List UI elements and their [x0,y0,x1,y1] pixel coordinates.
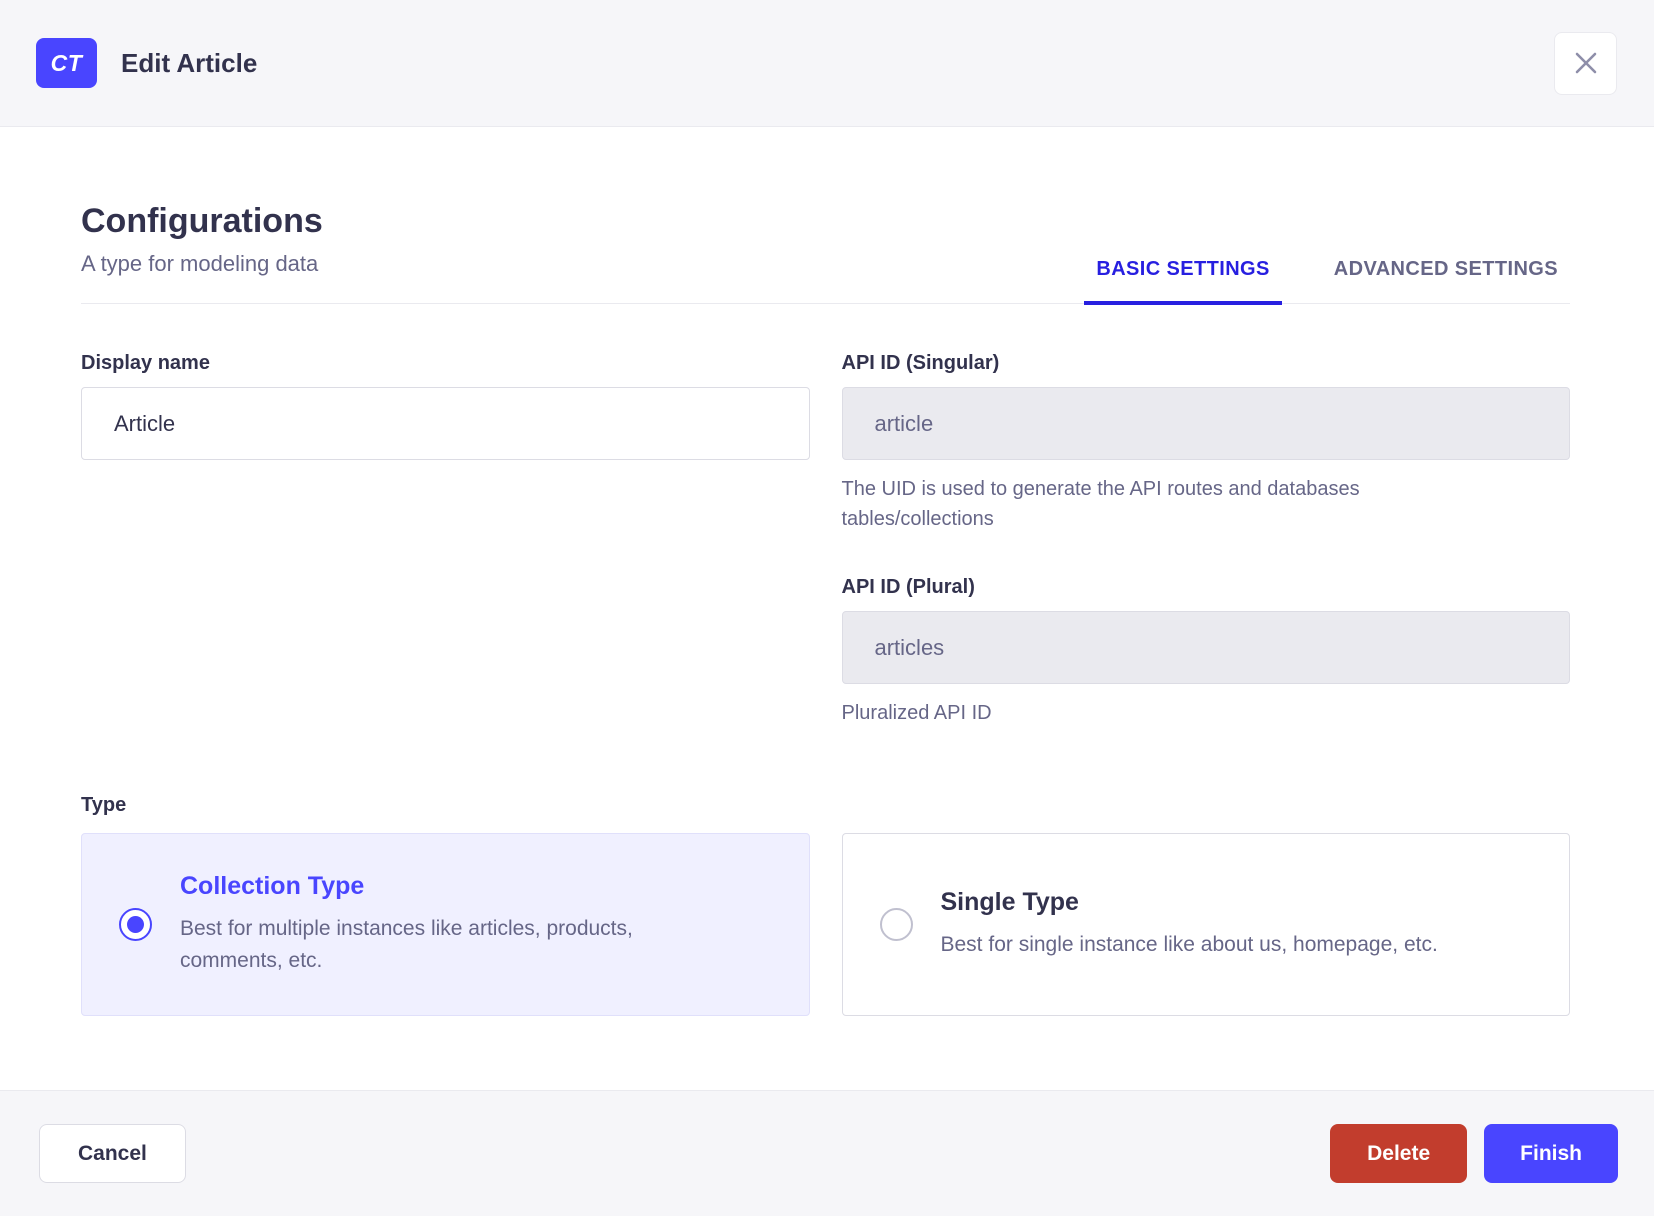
api-id-plural-input [841,611,1570,684]
finish-button[interactable]: Finish [1484,1124,1618,1183]
api-id-singular-hint: The UID is used to generate the API rout… [841,478,1360,530]
collection-type-option[interactable]: Collection Type Best for multiple instan… [81,833,810,1016]
page-subtitle: A type for modeling data [81,251,319,276]
modal-header: CT Edit Article [0,0,1654,127]
single-type-text: Single Type Best for single instance lik… [941,888,1438,961]
api-id-plural-label: API ID (Plural) [841,576,975,598]
modal-footer: Cancel Delete Finish [0,1090,1654,1216]
content-type-badge-icon: CT [36,38,97,88]
tab-advanced-settings[interactable]: ADVANCED SETTINGS [1322,258,1570,305]
footer-actions: Delete Finish [1330,1124,1618,1183]
delete-button[interactable]: Delete [1330,1124,1468,1183]
collection-type-description: Best for multiple instances like article… [180,917,633,972]
collection-type-text: Collection Type Best for multiple instan… [180,872,740,977]
type-options: Collection Type Best for multiple instan… [81,833,1570,1016]
api-id-plural-hint: Pluralized API ID [841,702,992,724]
display-name-input[interactable] [81,387,810,460]
edit-article-modal: CT Edit Article Configurations A type fo… [0,0,1654,1216]
settings-tabs: BASIC SETTINGS ADVANCED SETTINGS [1084,258,1570,305]
api-id-singular-label: API ID (Singular) [841,352,1000,374]
close-icon [1573,50,1599,76]
section-titles: Configurations A type for modeling data [81,202,323,303]
api-id-singular-input [841,387,1570,460]
cancel-button[interactable]: Cancel [39,1124,186,1183]
modal-title: Edit Article [121,47,258,78]
close-button[interactable] [1554,31,1617,95]
api-id-singular-field-block: API ID (Singular) The UID is used to gen… [841,352,1570,534]
collection-type-title: Collection Type [180,872,365,900]
api-id-column: API ID (Singular) The UID is used to gen… [841,352,1570,728]
display-name-label: Display name [81,352,210,374]
radio-selected-icon[interactable] [119,908,152,941]
api-id-plural-field-block: API ID (Plural) Pluralized API ID [841,576,1570,728]
radio-unselected-icon[interactable] [879,908,913,941]
configuration-form: Display name API ID (Singular) The UID i… [81,352,1570,728]
single-type-description: Best for single instance like about us, … [940,933,1438,956]
display-name-field-block: Display name [81,352,810,728]
single-type-title: Single Type [940,888,1079,916]
type-label: Type [81,794,127,816]
modal-body: Configurations A type for modeling data … [0,127,1654,1090]
tab-basic-settings[interactable]: BASIC SETTINGS [1084,258,1282,305]
section-head: Configurations A type for modeling data … [81,202,1570,305]
page-title: Configurations [81,202,323,240]
single-type-option[interactable]: Single Type Best for single instance lik… [841,833,1570,1016]
